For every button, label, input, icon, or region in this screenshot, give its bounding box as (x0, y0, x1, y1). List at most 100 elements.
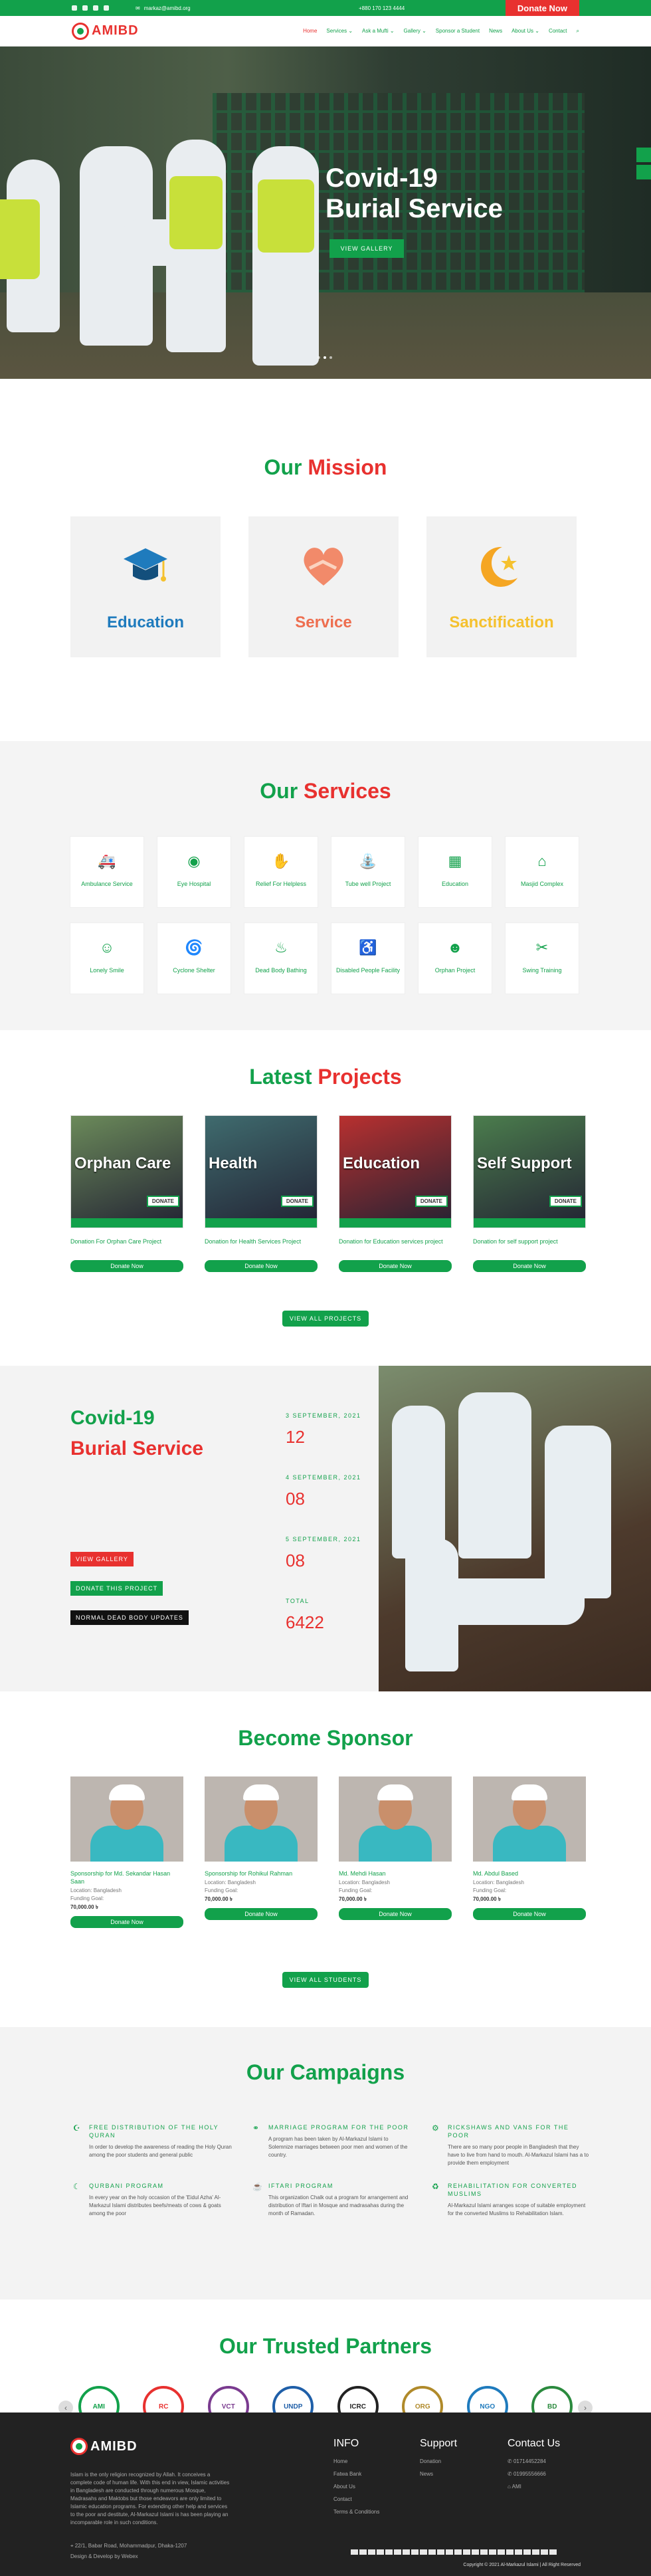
footer-credit[interactable]: Design & Develop by Webex (70, 2553, 138, 2559)
footer-link[interactable]: Terms & Conditions (333, 2506, 379, 2518)
side-share-tab[interactable] (636, 148, 651, 162)
footer-link[interactable]: Contact (333, 2493, 379, 2506)
sponsor-name[interactable]: Md. Mehdi Hasan (339, 1870, 452, 1878)
sponsor-donate-button[interactable]: Donate Now (339, 1908, 452, 1920)
campaign-item: ♻ REHABILITATION FOR CONVERTED MUSLIMS Al-… (432, 2182, 591, 2218)
project-card: Self Support DONATE Donation for self supp… (473, 1115, 586, 1272)
view-all-students-button[interactable]: VIEW ALL STUDENTS (282, 1972, 369, 1988)
instagram-icon[interactable] (93, 5, 98, 11)
nav-sponsor[interactable]: Sponsor a Student (436, 28, 480, 34)
campaign-text: There are so many poor people in Banglad… (448, 2144, 589, 2166)
nav-ask-mufti[interactable]: Ask a Mufti ⌄ (362, 28, 395, 34)
campaign-text: In order to develop the awareness of rea… (89, 2144, 232, 2158)
top-phone[interactable]: +880 170 123 4444 (359, 5, 405, 11)
student-photo[interactable] (473, 1776, 586, 1862)
student-photo[interactable] (70, 1776, 183, 1862)
slider-dot[interactable] (324, 356, 326, 359)
project-caption[interactable]: Donation for Health Services Project (205, 1237, 318, 1255)
sponsor-donate-button[interactable]: Donate Now (473, 1908, 586, 1920)
top-email[interactable]: markaz@amibd.org (144, 5, 191, 11)
service-card[interactable]: ♨ Dead Body Bathing (244, 923, 318, 994)
hero-title-line2: Burial Service (326, 194, 503, 223)
student-photo[interactable] (205, 1776, 318, 1862)
footer-phone-1[interactable]: ✆ 01714452284 (508, 2455, 560, 2468)
donate-now-button[interactable]: Donate Now (505, 0, 579, 16)
service-card[interactable]: ▦ Education (418, 837, 492, 907)
campaign-title[interactable]: QURBANI PROGRAM (89, 2182, 232, 2190)
footer-logo[interactable]: AMIBD (70, 2438, 138, 2455)
service-label: Relief For Helpless (255, 881, 307, 887)
covid-view-gallery-button[interactable]: VIEW GALLERY (70, 1552, 134, 1566)
project-donate-button[interactable]: Donate Now (205, 1260, 318, 1272)
service-label: Eye Hospital (177, 881, 211, 887)
payment-method-icon (480, 2549, 488, 2555)
service-card[interactable]: ⛲ Tube well Project (331, 837, 405, 907)
campaign-item: ⚙ RICKSHAWS AND VANS FOR THE POOR There ar… (432, 2123, 591, 2167)
service-card[interactable]: ☻ Orphan Project (418, 923, 492, 994)
covid-stat: 5 SEPTEMBER, 2021 08 (286, 1536, 361, 1571)
location-pin-icon: ⌖ (70, 2543, 75, 2549)
site-logo[interactable]: AMIBD (72, 22, 139, 40)
dead-body-updates-button[interactable]: NORMAL DEAD BODY UPDATES (70, 1610, 189, 1625)
project-image[interactable]: Orphan Care DONATE (70, 1115, 183, 1228)
footer-phone-2[interactable]: ✆ 01995556666 (508, 2468, 560, 2480)
footer-contact-name[interactable]: ⌂ AMI (508, 2480, 560, 2493)
project-image[interactable]: Self Support DONATE (473, 1115, 586, 1228)
hero-view-gallery-button[interactable]: VIEW GALLERY (329, 239, 404, 258)
student-photo[interactable] (339, 1776, 452, 1862)
footer-address: ⌖ 22/1, Babar Road, Mohammadpur, Dhaka-1… (70, 2543, 187, 2549)
project-image[interactable]: Education DONATE (339, 1115, 452, 1228)
side-share-tab[interactable] (636, 165, 651, 179)
sponsor-name[interactable]: Md. Abdul Based (473, 1870, 586, 1878)
sponsor-donate-button[interactable]: Donate Now (70, 1916, 183, 1928)
project-donate-button[interactable]: Donate Now (70, 1260, 183, 1272)
slider-dot[interactable] (318, 356, 320, 359)
mission-card-service: Service (248, 516, 399, 657)
service-card[interactable]: ✂ Swing Training (506, 923, 579, 994)
project-caption[interactable]: Donation for self support project (473, 1237, 586, 1255)
sponsor-donate-button[interactable]: Donate Now (205, 1908, 318, 1920)
project-image[interactable]: Health DONATE (205, 1115, 318, 1228)
footer-link[interactable]: News (420, 2468, 457, 2480)
campaign-title[interactable]: IFTARI PROGRAM (268, 2182, 412, 2190)
service-card[interactable]: 🚑 Ambulance Service (70, 837, 143, 907)
orphan-icon: ☻ (447, 939, 463, 956)
sponsor-name[interactable]: Sponsorship for Rohikul Rahman (205, 1870, 318, 1878)
service-card[interactable]: 🌀 Cyclone Shelter (157, 923, 231, 994)
service-card[interactable]: ◉ Eye Hospital (157, 837, 231, 907)
search-icon[interactable]: ⌕ (577, 28, 579, 35)
slider-dot[interactable] (329, 356, 332, 359)
sponsor-name[interactable]: Sponsorship for Md. Sekandar Hasan Saan (70, 1870, 183, 1885)
campaign-title[interactable]: FREE DISTRIBUTION OF THE HOLY QURAN (89, 2123, 232, 2139)
footer-link[interactable]: Donation (420, 2455, 457, 2468)
nav-home[interactable]: Home (303, 28, 317, 34)
logo-text: AMIBD (92, 23, 139, 38)
campaign-title[interactable]: REHABILITATION FOR CONVERTED MUSLIMS (448, 2182, 591, 2198)
nav-about[interactable]: About Us ⌄ (512, 28, 539, 34)
project-card: Education DONATE Donation for Education se… (339, 1115, 452, 1272)
service-card[interactable]: ⌂ Masjid Complex (506, 837, 579, 907)
footer-link[interactable]: Home (333, 2455, 379, 2468)
youtube-icon[interactable] (104, 5, 109, 11)
footer-link[interactable]: About Us (333, 2480, 379, 2493)
nav-services[interactable]: Services ⌄ (326, 28, 353, 34)
service-card[interactable]: ☺ Lonely Smile (70, 923, 143, 994)
campaign-title[interactable]: RICKSHAWS AND VANS FOR THE POOR (448, 2123, 591, 2139)
view-all-projects-button[interactable]: VIEW ALL PROJECTS (282, 1311, 369, 1327)
service-card[interactable]: ♿ Disabled People Facility (331, 923, 405, 994)
footer-link[interactable]: Fatwa Bank (333, 2468, 379, 2480)
nav-news[interactable]: News (489, 28, 502, 34)
donate-this-project-button[interactable]: DONATE THIS PROJECT (70, 1581, 163, 1596)
facebook-icon[interactable] (72, 5, 77, 11)
project-caption[interactable]: Donation for Education services project (339, 1237, 452, 1255)
service-card[interactable]: ✋ Relief For Helpless (244, 837, 318, 907)
project-caption[interactable]: Donation For Orphan Care Project (70, 1237, 183, 1255)
campaign-title[interactable]: MARRIAGE PROGRAM FOR THE POOR (268, 2123, 412, 2131)
twitter-icon[interactable] (82, 5, 88, 11)
projects-section: Latest Projects Orphan Care DONATE Donatio… (0, 1030, 651, 1366)
nav-contact[interactable]: Contact (549, 28, 567, 34)
nav-gallery[interactable]: Gallery ⌄ (404, 28, 426, 34)
covid-stat-label: 4 SEPTEMBER, 2021 (286, 1474, 361, 1481)
project-donate-button[interactable]: Donate Now (339, 1260, 452, 1272)
project-donate-button[interactable]: Donate Now (473, 1260, 586, 1272)
